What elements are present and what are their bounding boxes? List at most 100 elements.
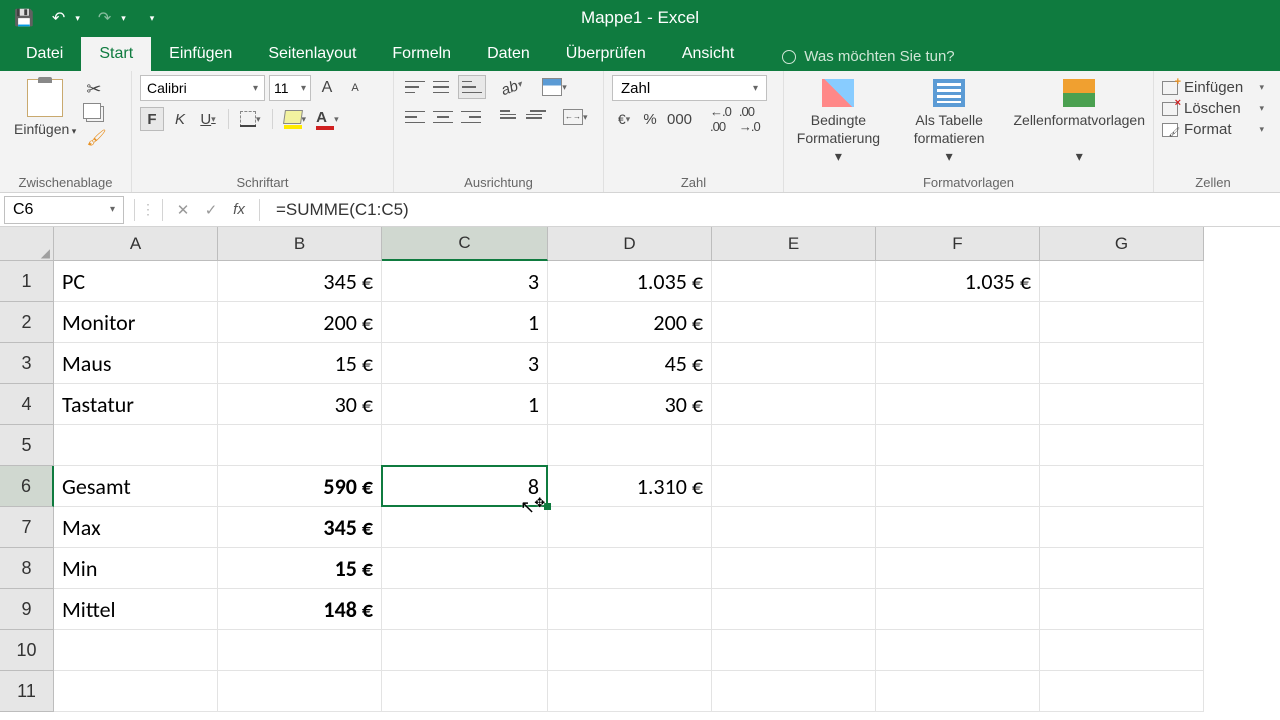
- accounting-format-button[interactable]: [612, 107, 636, 131]
- cell-D11[interactable]: [548, 671, 712, 712]
- decrease-decimal-button[interactable]: .00→.0: [736, 107, 763, 131]
- redo-icon[interactable]: ↷: [98, 8, 111, 28]
- cell-C4[interactable]: 1: [382, 384, 548, 425]
- font-name-select[interactable]: Calibri: [140, 75, 265, 101]
- cell-G9[interactable]: [1040, 589, 1204, 630]
- align-right-button[interactable]: [458, 105, 484, 129]
- cell-B10[interactable]: [218, 630, 382, 671]
- cell-C8[interactable]: [382, 548, 548, 589]
- font-color-button[interactable]: A: [313, 107, 342, 131]
- cell-D1[interactable]: 1.035 €: [548, 261, 712, 302]
- row-header-9[interactable]: 9: [0, 589, 54, 630]
- cell-F2[interactable]: [876, 302, 1040, 343]
- row-header-8[interactable]: 8: [0, 548, 54, 589]
- formula-input[interactable]: =SUMME(C1:C5): [266, 200, 1280, 220]
- qat-customize-icon[interactable]: ▾: [150, 13, 155, 24]
- align-top-button[interactable]: [402, 75, 428, 99]
- cell-G8[interactable]: [1040, 548, 1204, 589]
- cell-E10[interactable]: [712, 630, 876, 671]
- cell-E8[interactable]: [712, 548, 876, 589]
- cell-D4[interactable]: 30 €: [548, 384, 712, 425]
- cell-E3[interactable]: [712, 343, 876, 384]
- cell-B7[interactable]: 345 €: [218, 507, 382, 548]
- cell-E5[interactable]: [712, 425, 876, 466]
- borders-button[interactable]: [237, 107, 264, 131]
- cell-F10[interactable]: [876, 630, 1040, 671]
- tab-view[interactable]: Ansicht: [664, 37, 752, 71]
- row-header-10[interactable]: 10: [0, 630, 54, 671]
- cell-styles-button[interactable]: Zellenformatvorlagen▾: [1013, 75, 1145, 166]
- cell-G2[interactable]: [1040, 302, 1204, 343]
- percent-button[interactable]: %: [638, 107, 662, 131]
- align-left-button[interactable]: [402, 105, 428, 129]
- col-header-C[interactable]: C: [382, 227, 548, 261]
- grid-area[interactable]: PC345 €31.035 €1.035 €Monitor200 €1200 €…: [54, 261, 1204, 712]
- row-header-5[interactable]: 5: [0, 425, 54, 466]
- col-header-D[interactable]: D: [548, 227, 712, 261]
- cell-G5[interactable]: [1040, 425, 1204, 466]
- fill-handle[interactable]: [544, 503, 551, 510]
- row-header-7[interactable]: 7: [0, 507, 54, 548]
- col-header-A[interactable]: A: [54, 227, 218, 261]
- cell-G6[interactable]: [1040, 466, 1204, 507]
- tab-insert[interactable]: Einfügen: [151, 37, 250, 71]
- tab-pagelayout[interactable]: Seitenlayout: [250, 37, 374, 71]
- select-all-corner[interactable]: [0, 227, 54, 261]
- cell-A6[interactable]: Gesamt: [54, 466, 218, 507]
- cell-F8[interactable]: [876, 548, 1040, 589]
- cut-icon[interactable]: ✂: [86, 79, 106, 100]
- tab-review[interactable]: Überprüfen: [548, 37, 664, 71]
- cell-A3[interactable]: Maus: [54, 343, 218, 384]
- enter-formula-icon[interactable]: ✓: [197, 196, 225, 224]
- cell-C11[interactable]: [382, 671, 548, 712]
- cell-B9[interactable]: 148 €: [218, 589, 382, 630]
- format-as-table-button[interactable]: Als Tabelle formatieren ▾: [903, 75, 996, 166]
- increase-font-icon[interactable]: A: [315, 76, 339, 100]
- decrease-indent-button[interactable]: [496, 105, 520, 129]
- cell-C7[interactable]: [382, 507, 548, 548]
- orientation-button[interactable]: ab: [495, 71, 529, 103]
- fb-handle-icon[interactable]: ⋮: [141, 201, 156, 218]
- cell-G11[interactable]: [1040, 671, 1204, 712]
- align-bottom-button[interactable]: [458, 75, 486, 99]
- cell-A4[interactable]: Tastatur: [54, 384, 218, 425]
- cell-B3[interactable]: 15 €: [218, 343, 382, 384]
- cell-A2[interactable]: Monitor: [54, 302, 218, 343]
- cell-B8[interactable]: 15 €: [218, 548, 382, 589]
- row-header-1[interactable]: 1: [0, 261, 54, 302]
- redo-dropdown-icon[interactable]: ▾: [121, 13, 126, 24]
- cell-D10[interactable]: [548, 630, 712, 671]
- cell-A7[interactable]: Max: [54, 507, 218, 548]
- cell-F9[interactable]: [876, 589, 1040, 630]
- cell-F3[interactable]: [876, 343, 1040, 384]
- cell-B1[interactable]: 345 €: [218, 261, 382, 302]
- italic-button[interactable]: K: [168, 107, 192, 131]
- cell-G10[interactable]: [1040, 630, 1204, 671]
- cell-D2[interactable]: 200 €: [548, 302, 712, 343]
- cell-G7[interactable]: [1040, 507, 1204, 548]
- cell-F5[interactable]: [876, 425, 1040, 466]
- cell-E9[interactable]: [712, 589, 876, 630]
- bold-button[interactable]: F: [140, 107, 164, 131]
- cell-F11[interactable]: [876, 671, 1040, 712]
- cell-D7[interactable]: [548, 507, 712, 548]
- cell-F7[interactable]: [876, 507, 1040, 548]
- wrap-text-button[interactable]: [539, 75, 570, 99]
- cell-D5[interactable]: [548, 425, 712, 466]
- tell-me-search[interactable]: Was möchten Sie tun?: [782, 48, 954, 71]
- col-header-F[interactable]: F: [876, 227, 1040, 261]
- cell-B4[interactable]: 30 €: [218, 384, 382, 425]
- row-header-6[interactable]: 6: [0, 466, 54, 507]
- undo-icon[interactable]: ↶: [52, 8, 65, 28]
- col-header-E[interactable]: E: [712, 227, 876, 261]
- align-center-button[interactable]: [430, 105, 456, 129]
- decrease-font-icon[interactable]: A: [343, 76, 367, 100]
- cell-C2[interactable]: 1: [382, 302, 548, 343]
- thousand-separator-button[interactable]: 000: [664, 107, 695, 131]
- cell-G4[interactable]: [1040, 384, 1204, 425]
- cell-B6[interactable]: 590 €: [218, 466, 382, 507]
- cell-E1[interactable]: [712, 261, 876, 302]
- align-middle-button[interactable]: [430, 75, 456, 99]
- cell-E2[interactable]: [712, 302, 876, 343]
- row-header-3[interactable]: 3: [0, 343, 54, 384]
